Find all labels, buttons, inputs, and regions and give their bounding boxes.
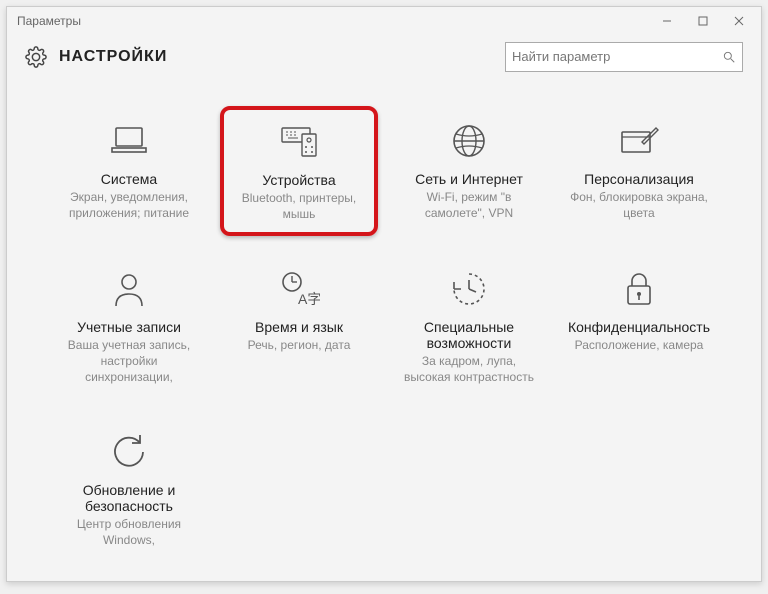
globe-icon bbox=[397, 119, 541, 163]
tile-title: Устройства bbox=[228, 172, 370, 188]
tile-title: Конфиденциальность bbox=[567, 319, 711, 335]
gear-icon bbox=[25, 46, 47, 68]
svg-text:A字: A字 bbox=[298, 291, 320, 307]
tile-title: Специальные возможности bbox=[397, 319, 541, 351]
minimize-icon bbox=[662, 16, 672, 26]
tile-desc: Речь, регион, дата bbox=[227, 337, 371, 353]
tile-time-language[interactable]: A字 Время и язык Речь, регион, дата bbox=[220, 254, 378, 399]
ease-of-access-icon bbox=[397, 267, 541, 311]
lock-icon bbox=[567, 267, 711, 311]
tile-desc: Wi-Fi, режим "в самолете", VPN bbox=[397, 189, 541, 221]
search-icon bbox=[722, 50, 736, 64]
tile-desc: Фон, блокировка экрана, цвета bbox=[567, 189, 711, 221]
tile-title: Система bbox=[57, 171, 201, 187]
tile-title: Сеть и Интернет bbox=[397, 171, 541, 187]
tile-title: Обновление и безопасность bbox=[57, 482, 201, 514]
minimize-button[interactable] bbox=[649, 7, 685, 35]
maximize-icon bbox=[698, 16, 708, 26]
page-title: НАСТРОЙКИ bbox=[59, 48, 505, 66]
tile-devices[interactable]: Устройства Bluetooth, принтеры, мышь bbox=[220, 106, 378, 236]
settings-window: Параметры НАСТРОЙКИ Сис bbox=[6, 6, 762, 582]
header: НАСТРОЙКИ bbox=[7, 36, 761, 86]
tile-ease-of-access[interactable]: Специальные возможности За кадром, лупа,… bbox=[390, 254, 548, 399]
tile-title: Персонализация bbox=[567, 171, 711, 187]
devices-icon bbox=[228, 120, 370, 164]
person-icon bbox=[57, 267, 201, 311]
tile-system[interactable]: Система Экран, уведомления, приложения; … bbox=[50, 106, 208, 236]
tile-desc: За кадром, лупа, высокая контрастность bbox=[397, 353, 541, 385]
search-box[interactable] bbox=[505, 42, 743, 72]
window-title: Параметры bbox=[17, 14, 649, 28]
update-icon bbox=[57, 430, 201, 474]
tile-desc: Ваша учетная запись, настройки синхрониз… bbox=[57, 337, 201, 386]
search-input[interactable] bbox=[512, 49, 722, 64]
time-language-icon: A字 bbox=[227, 267, 371, 311]
tile-title: Время и язык bbox=[227, 319, 371, 335]
personalization-icon bbox=[567, 119, 711, 163]
titlebar: Параметры bbox=[7, 7, 761, 36]
tile-personalization[interactable]: Персонализация Фон, блокировка экрана, ц… bbox=[560, 106, 718, 236]
tile-title: Учетные записи bbox=[57, 319, 201, 335]
laptop-icon bbox=[57, 119, 201, 163]
close-button[interactable] bbox=[721, 7, 757, 35]
tile-desc: Центр обновления Windows, bbox=[57, 516, 201, 548]
tile-privacy[interactable]: Конфиденциальность Расположение, камера bbox=[560, 254, 718, 399]
tile-network[interactable]: Сеть и Интернет Wi-Fi, режим "в самолете… bbox=[390, 106, 548, 236]
settings-grid: Система Экран, уведомления, приложения; … bbox=[7, 86, 761, 581]
tile-update-security[interactable]: Обновление и безопасность Центр обновлен… bbox=[50, 417, 208, 561]
tile-desc: Экран, уведомления, приложения; питание bbox=[57, 189, 201, 221]
tile-desc: Расположение, камера bbox=[567, 337, 711, 353]
close-icon bbox=[734, 16, 744, 26]
tile-accounts[interactable]: Учетные записи Ваша учетная запись, наст… bbox=[50, 254, 208, 399]
maximize-button[interactable] bbox=[685, 7, 721, 35]
tile-desc: Bluetooth, принтеры, мышь bbox=[228, 190, 370, 222]
